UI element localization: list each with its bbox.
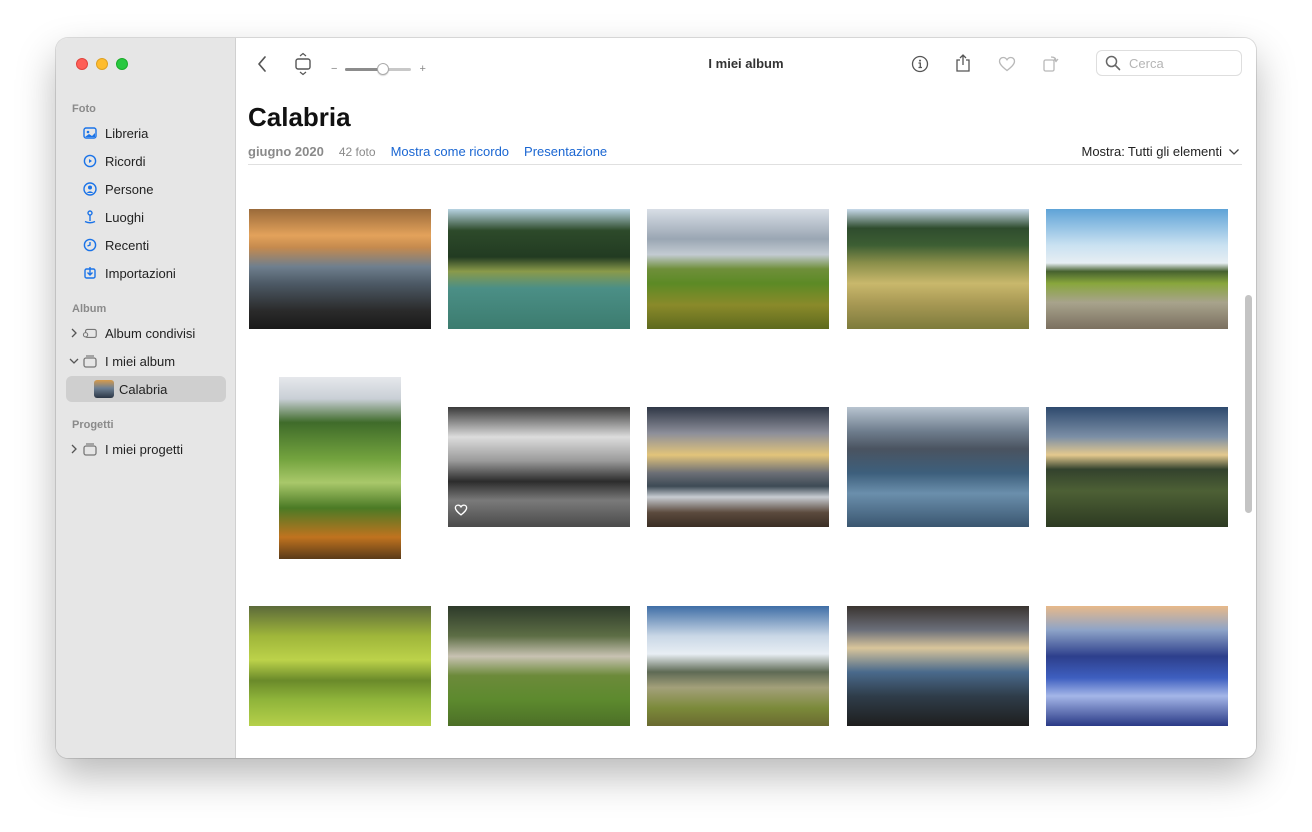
- sidebar-item-label: Recenti: [105, 237, 150, 253]
- chevron-left-icon: [258, 56, 266, 72]
- sidebar: Foto Libreria Ricordi Persone Luoghi Rec…: [56, 38, 236, 758]
- photo-willow-field[interactable]: [249, 606, 431, 726]
- sidebar-item-label: I miei album: [105, 353, 176, 369]
- chevron-down-icon: [1229, 148, 1239, 155]
- photo-lake-trees[interactable]: [647, 606, 829, 726]
- sidebar-item-i-miei-album[interactable]: I miei album: [66, 348, 226, 374]
- photo-rocky-coast[interactable]: [847, 407, 1029, 527]
- recents-icon: [82, 237, 98, 253]
- close-window-button[interactable]: [76, 58, 88, 70]
- photo-count: 42 foto: [338, 144, 376, 159]
- photo-green-valley-portrait[interactable]: [279, 377, 401, 559]
- info-button[interactable]: [910, 54, 930, 74]
- sidebar-item-label: Libreria: [105, 125, 149, 141]
- sidebar-item-luoghi[interactable]: Luoghi: [66, 204, 226, 230]
- album-date: giugno 2020: [248, 144, 324, 159]
- chevron-right-icon[interactable]: [69, 328, 79, 338]
- sidebar-item-label: Importazioni: [105, 265, 176, 281]
- section-title-progetti: Progetti: [72, 419, 114, 431]
- photo-lake-forest[interactable]: [448, 209, 630, 329]
- photo-river-valley-evening[interactable]: [1046, 407, 1228, 527]
- people-icon: [82, 181, 98, 197]
- sidebar-item-label: Ricordi: [105, 153, 146, 169]
- sidebar-item-album-condivisi[interactable]: Album condivisi: [66, 320, 226, 346]
- search-input[interactable]: [1127, 54, 1241, 72]
- imports-icon: [82, 265, 98, 281]
- memories-icon: [82, 153, 98, 169]
- back-button[interactable]: [252, 54, 272, 74]
- favorite-heart-icon[interactable]: [454, 503, 468, 521]
- photos-window: Foto Libreria Ricordi Persone Luoghi Rec…: [56, 38, 1256, 758]
- sidebar-item-importazioni[interactable]: Importazioni: [66, 260, 226, 286]
- section-title-foto: Foto: [72, 103, 96, 115]
- photo-fields-red-car[interactable]: [847, 209, 1029, 329]
- photo-blue-waves[interactable]: [1046, 606, 1228, 726]
- places-icon: [82, 209, 98, 225]
- minimize-window-button[interactable]: [96, 58, 108, 70]
- rotate-icon: [1043, 56, 1059, 72]
- sidebar-item-label: Persone: [105, 181, 154, 197]
- album-folder-icon: [82, 353, 98, 369]
- zoom-slider[interactable]: − +: [331, 62, 426, 75]
- zoom-in-label[interactable]: +: [419, 63, 425, 75]
- search-field[interactable]: [1096, 50, 1242, 76]
- sidebar-item-libreria[interactable]: Libreria: [66, 120, 226, 146]
- scrollbar[interactable]: [1242, 165, 1256, 758]
- page-title: Calabria: [248, 102, 351, 132]
- section-title-album: Album: [72, 303, 107, 315]
- favorite-button[interactable]: [997, 54, 1017, 74]
- show-as-memory-link[interactable]: Mostra come ricordo: [391, 144, 509, 159]
- album-meta-row: giugno 2020 42 foto Mostra come ricordo …: [248, 144, 622, 159]
- photo-farmhouse-valley[interactable]: [448, 606, 630, 726]
- sidebar-item-label: I miei progetti: [105, 441, 184, 457]
- aspect-ratio-icon: [295, 52, 311, 76]
- sidebar-item-calabria[interactable]: Calabria: [66, 376, 226, 402]
- sidebar-item-ricordi[interactable]: Ricordi: [66, 148, 226, 174]
- rotate-button[interactable]: [1040, 52, 1060, 74]
- shared-album-icon: [82, 325, 98, 341]
- sidebar-item-label: Calabria: [119, 381, 168, 397]
- zoom-slider-knob[interactable]: [377, 62, 390, 75]
- photo-coast-balcony[interactable]: [847, 606, 1029, 726]
- photo-library-icon: [82, 125, 98, 141]
- show-filter-label: Mostra:: [1081, 144, 1125, 159]
- sidebar-item-persone[interactable]: Persone: [66, 176, 226, 202]
- project-folder-icon: [82, 441, 98, 457]
- zoom-slider-track[interactable]: [345, 62, 412, 75]
- photo-grid: [236, 165, 1242, 758]
- sidebar-item-label: Luoghi: [105, 209, 145, 225]
- search-icon: [1105, 55, 1121, 71]
- photo-sunset-mountains[interactable]: [249, 209, 431, 329]
- sidebar-item-recenti[interactable]: Recenti: [66, 232, 226, 258]
- chevron-right-icon[interactable]: [69, 444, 79, 454]
- show-filter-dropdown[interactable]: Mostra: Tutti gli elementi: [1081, 144, 1240, 159]
- scrollbar-thumb[interactable]: [1245, 295, 1252, 513]
- window-controls: [76, 58, 128, 70]
- sidebar-item-label: Album condivisi: [105, 325, 196, 341]
- photo-horses-bw[interactable]: [448, 407, 630, 527]
- heart-icon: [998, 56, 1016, 72]
- toolbar: − + I miei album: [236, 38, 1256, 90]
- chevron-down-icon[interactable]: [69, 356, 79, 366]
- album-thumbnail: [94, 380, 114, 398]
- slideshow-link[interactable]: Presentazione: [524, 144, 607, 159]
- main-content: − + I miei album Cerca Calabria giugno 2…: [236, 38, 1256, 758]
- photo-railway-pole[interactable]: [1046, 209, 1228, 329]
- square-thumbnails-button[interactable]: [293, 52, 313, 76]
- info-icon: [911, 55, 929, 73]
- photo-sea-sunrays[interactable]: [647, 407, 829, 527]
- zoom-window-button[interactable]: [116, 58, 128, 70]
- share-button[interactable]: [953, 52, 973, 74]
- photo-green-hills[interactable]: [647, 209, 829, 329]
- zoom-out-label[interactable]: −: [331, 63, 337, 75]
- sidebar-item-i-miei-progetti[interactable]: I miei progetti: [66, 436, 226, 462]
- show-filter-value: Tutti gli elementi: [1127, 144, 1222, 159]
- share-icon: [956, 54, 970, 72]
